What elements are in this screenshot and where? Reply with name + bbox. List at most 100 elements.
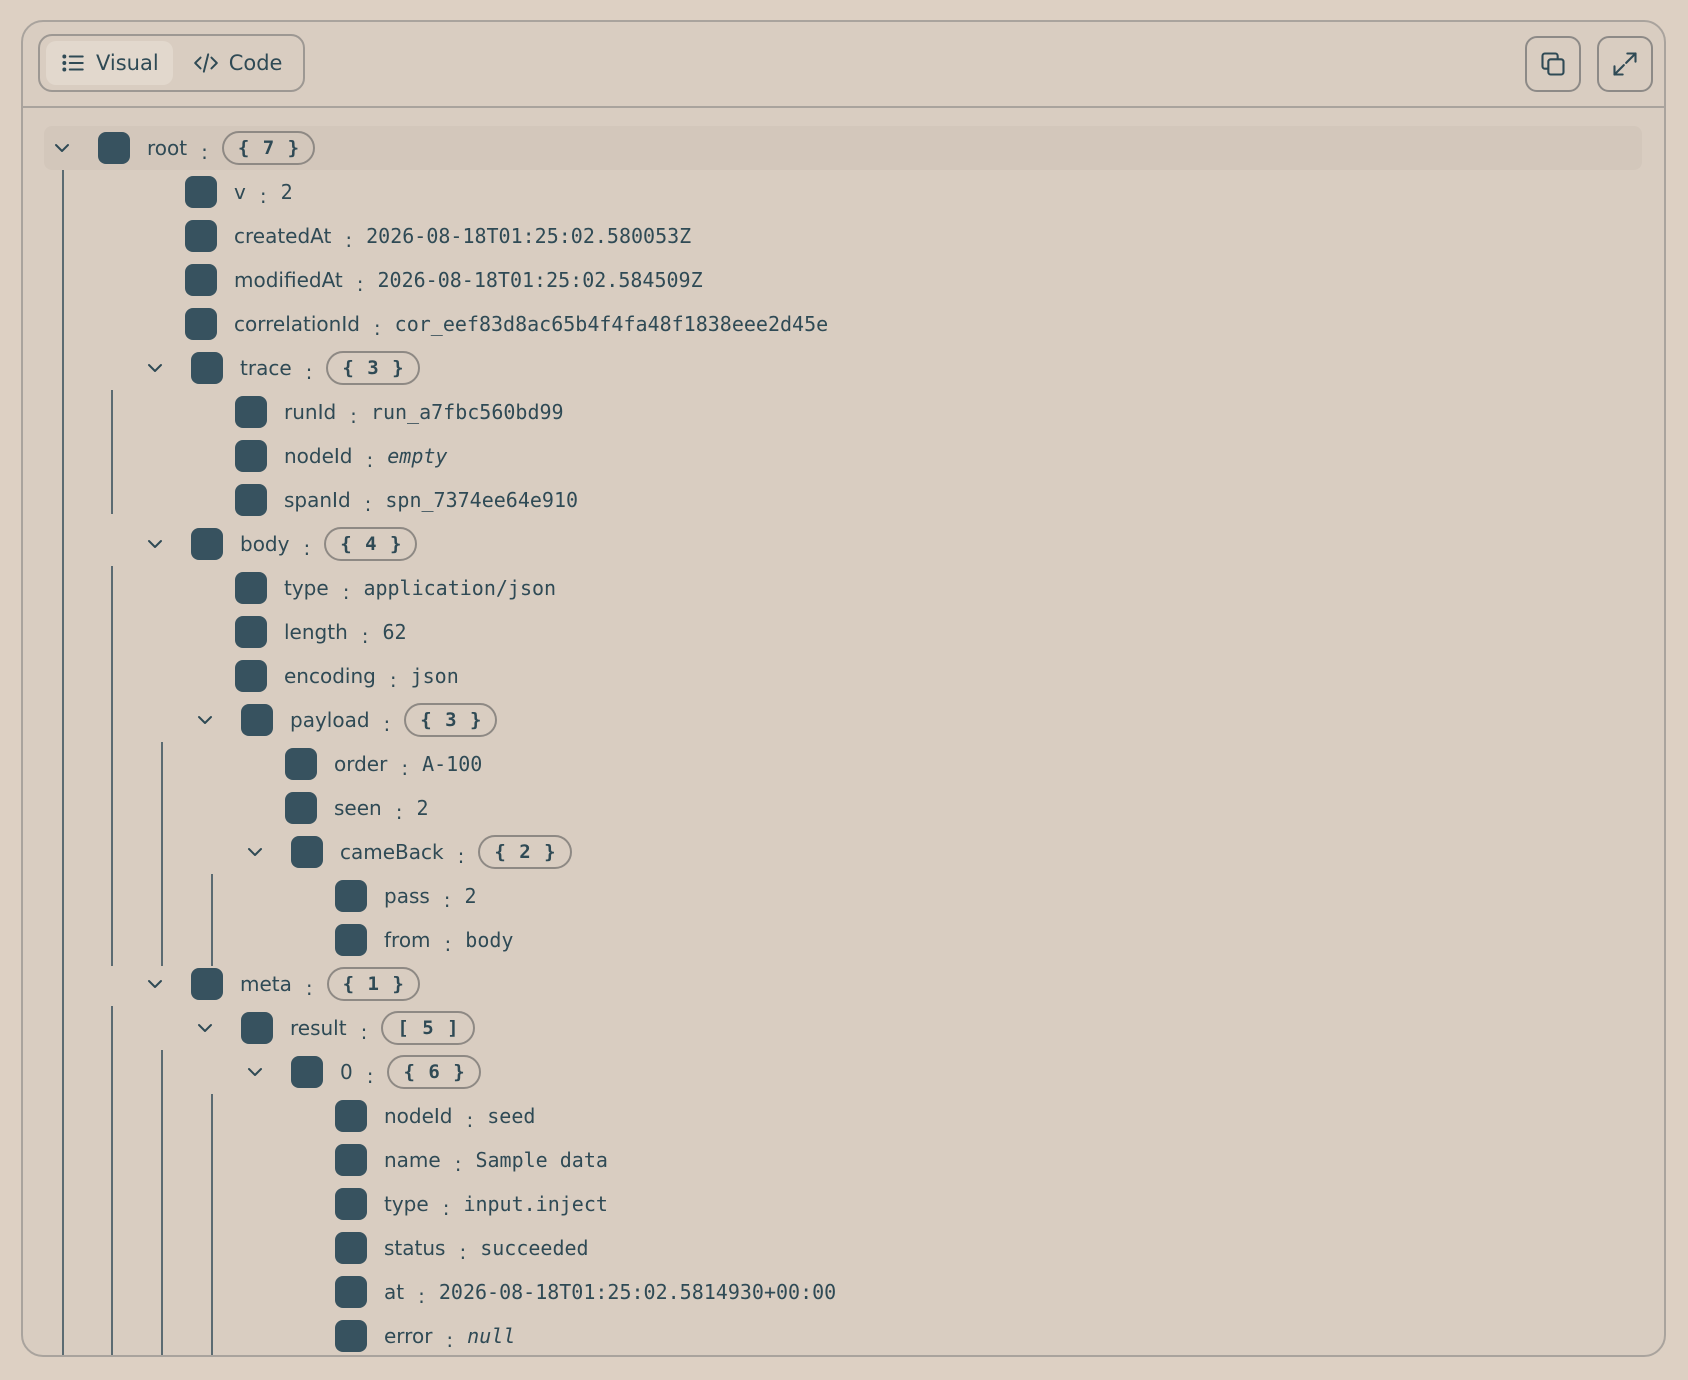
node-key: order [334,752,388,776]
chevron-down-icon[interactable] [52,138,72,158]
node-checkbox[interactable] [185,176,217,208]
node-value: empty [387,444,448,468]
tab-code[interactable]: Code [179,41,297,85]
node-key: type [284,576,329,600]
node-checkbox[interactable] [241,1012,273,1044]
node-value: body [465,928,514,952]
node-checkbox[interactable] [335,1232,367,1264]
node-checkbox[interactable] [235,572,267,604]
node-checkbox[interactable] [335,1188,367,1220]
node-checkbox[interactable] [235,660,267,692]
node-key: createdAt [234,224,332,248]
key-separator: : [389,668,397,692]
tree-node-root[interactable]: root : { 7 } [52,126,316,170]
copy-button[interactable] [1525,36,1581,92]
chevron-down-icon[interactable] [195,1018,215,1038]
tree-leaf-result-error[interactable]: error : null [335,1314,515,1355]
node-checkbox[interactable] [185,220,217,252]
tree-leaf-order[interactable]: order : A-100 [285,742,482,786]
node-key: from [384,928,431,952]
node-key: nodeId [384,1104,453,1128]
expand-button[interactable] [1597,36,1653,92]
node-checkbox[interactable] [335,1144,367,1176]
node-checkbox[interactable] [241,704,273,736]
key-separator: : [305,360,313,384]
node-key: pass [384,884,430,908]
tree-node-item-0[interactable]: 0 : { 6 } [245,1050,481,1094]
tree-leaf-result-status[interactable]: status : succeeded [335,1226,589,1270]
key-separator: : [446,1328,454,1352]
tree-node-body[interactable]: body : { 4 } [145,522,418,566]
tree-guide-result [161,1050,163,1355]
node-key: length [284,620,348,644]
tree-leaf-spanid[interactable]: spanId : spn_7374ee64e910 [235,478,578,522]
node-key: runId [284,400,337,424]
node-checkbox[interactable] [191,528,223,560]
node-checkbox[interactable] [235,396,267,428]
chevron-down-icon[interactable] [145,534,165,554]
node-checkbox[interactable] [291,836,323,868]
node-key: payload [290,708,370,732]
tree-leaf-result-nodeid[interactable]: nodeId : seed [335,1094,535,1138]
tree-node-cameback[interactable]: cameBack : { 2 } [245,830,572,874]
code-icon [193,50,219,76]
tree-leaf-length[interactable]: length : 62 [235,610,407,654]
node-value: seed [487,1104,536,1128]
chevron-down-icon[interactable] [145,974,165,994]
node-checkbox[interactable] [191,352,223,384]
chevron-down-icon[interactable] [195,710,215,730]
node-checkbox[interactable] [185,264,217,296]
tree-leaf-correlationid[interactable]: correlationId : cor_eef83d8ac65b4f4fa48f… [185,302,828,346]
key-separator: : [303,536,311,560]
node-checkbox[interactable] [98,132,130,164]
key-separator: : [342,580,350,604]
node-value: Sample data [475,1148,608,1172]
object-count-badge: { 3 } [326,351,420,385]
object-count-badge: { 1 } [326,967,420,1001]
node-value: 2026-08-18T01:25:02.584509Z [377,268,703,292]
tree-leaf-createdat[interactable]: createdAt : 2026-08-18T01:25:02.580053Z [185,214,691,258]
chevron-down-icon[interactable] [245,842,265,862]
node-checkbox[interactable] [335,1276,367,1308]
node-key: spanId [284,488,351,512]
tree-leaf-result-at[interactable]: at : 2026-08-18T01:25:02.5814930+00:00 [335,1270,836,1314]
json-tree: root : { 7 } v : 2 createdAt : 2026-08-1… [23,108,1664,1355]
key-separator: : [361,624,369,648]
node-checkbox[interactable] [335,880,367,912]
tree-guide-trace [111,390,113,514]
tree-node-trace[interactable]: trace : { 3 } [145,346,420,390]
node-checkbox[interactable] [285,792,317,824]
node-checkbox[interactable] [235,440,267,472]
tree-leaf-runid[interactable]: runId : run_a7fbc560bd99 [235,390,564,434]
node-key: meta [240,972,292,996]
tree-leaf-from[interactable]: from : body [335,918,513,962]
node-checkbox[interactable] [235,484,267,516]
key-separator: : [356,272,364,296]
tree-node-result[interactable]: result : [ 5 ] [195,1006,475,1050]
node-checkbox[interactable] [335,1100,367,1132]
tree-node-payload[interactable]: payload : { 3 } [195,698,498,742]
tree-leaf-v[interactable]: v : 2 [185,170,293,214]
node-value: run_a7fbc560bd99 [370,400,564,424]
node-checkbox[interactable] [285,748,317,780]
tree-leaf-seen[interactable]: seen : 2 [285,786,429,830]
node-checkbox[interactable] [235,616,267,648]
tree-leaf-result-type[interactable]: type : input.inject [335,1182,608,1226]
chevron-down-icon[interactable] [245,1062,265,1082]
node-checkbox[interactable] [335,1320,367,1352]
tree-leaf-modifiedat[interactable]: modifiedAt : 2026-08-18T01:25:02.584509Z [185,258,703,302]
tree-leaf-type[interactable]: type : application/json [235,566,556,610]
tree-guide-meta [111,1006,113,1355]
node-checkbox[interactable] [335,924,367,956]
node-checkbox[interactable] [185,308,217,340]
node-checkbox[interactable] [291,1056,323,1088]
tab-visual[interactable]: Visual [46,41,173,85]
tree-leaf-result-name[interactable]: name : Sample data [335,1138,608,1182]
tree-node-meta[interactable]: meta : { 1 } [145,962,420,1006]
tree-leaf-encoding[interactable]: encoding : json [235,654,459,698]
node-checkbox[interactable] [191,968,223,1000]
chevron-down-icon[interactable] [145,358,165,378]
expand-icon [1611,50,1639,78]
tree-leaf-pass[interactable]: pass : 2 [335,874,477,918]
tree-leaf-nodeid[interactable]: nodeId : empty [235,434,447,478]
